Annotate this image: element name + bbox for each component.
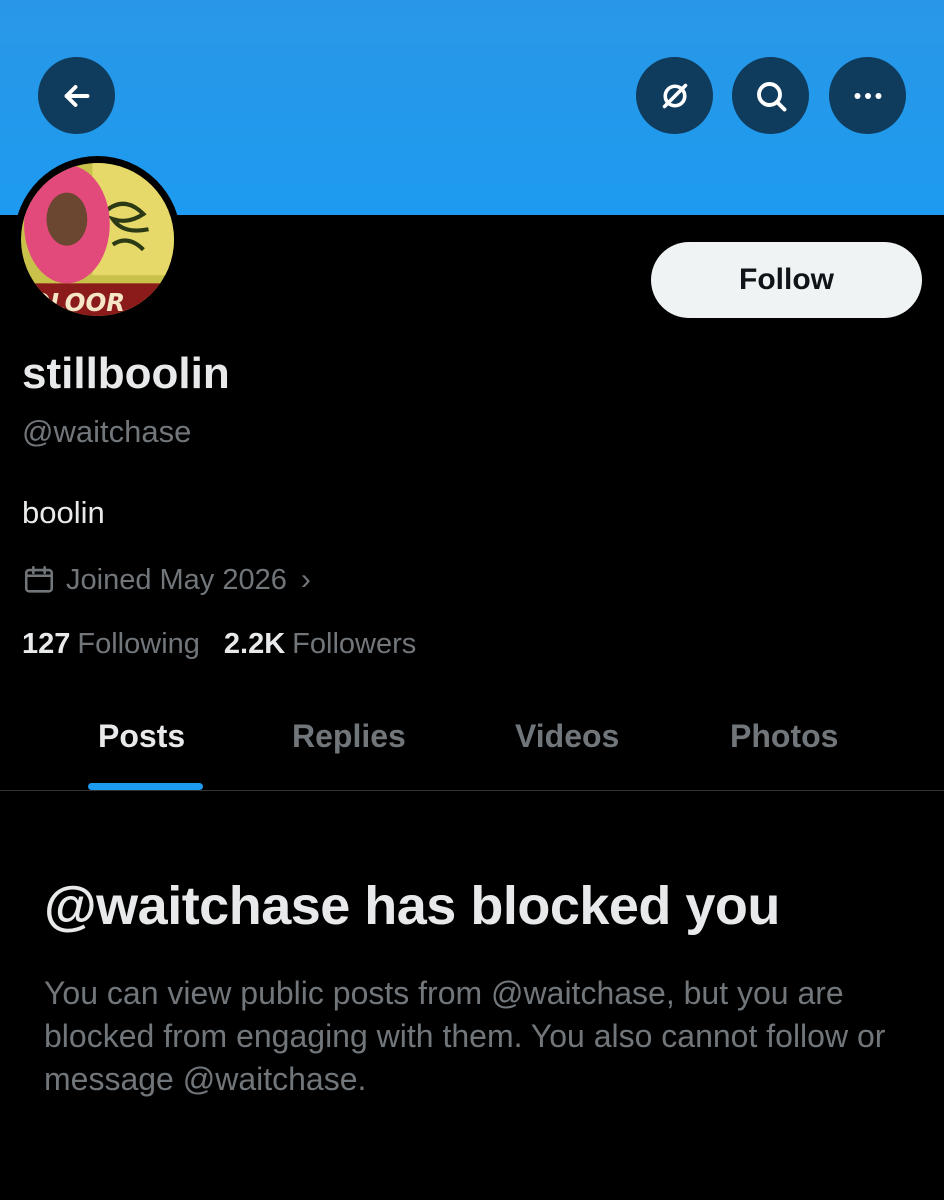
display-name: stillboolin <box>22 349 230 398</box>
search-button[interactable] <box>732 57 809 134</box>
grok-icon <box>662 83 687 108</box>
following-label: Following <box>77 628 200 660</box>
following-stat[interactable]: 127 Following <box>22 628 200 661</box>
followers-label: Followers <box>292 628 417 660</box>
following-count: 127 <box>22 628 71 660</box>
follow-stats: 127 Following 2.2K Followers <box>22 628 416 661</box>
follow-button[interactable]: Follow <box>651 242 922 318</box>
search-icon <box>756 81 786 111</box>
profile-tabs: Posts Replies Videos Photos <box>0 700 944 791</box>
tab-videos[interactable]: Videos <box>515 718 619 755</box>
followers-count: 2.2K <box>223 628 286 660</box>
more-options-button[interactable] <box>829 57 906 134</box>
joined-text: Joined May 2026 <box>66 563 287 596</box>
chevron-right-icon: › <box>300 563 311 596</box>
tab-posts[interactable]: Posts <box>98 718 185 755</box>
active-tab-indicator <box>88 783 203 790</box>
username: @waitchase <box>22 414 192 449</box>
calendar-icon <box>24 565 54 593</box>
tab-photos[interactable]: Photos <box>730 718 838 755</box>
avatar-text: OLOOR <box>29 288 125 316</box>
avatar-image: OLOOR <box>21 163 174 316</box>
followers-stat[interactable]: 2.2K Followers <box>224 628 416 661</box>
bio: boolin <box>22 495 105 530</box>
blocked-message: You can view public posts from @waitchas… <box>44 975 886 1097</box>
back-button[interactable] <box>38 57 115 134</box>
grok-button[interactable] <box>636 57 713 134</box>
more-horizontal-icon <box>854 92 881 99</box>
joined-date[interactable]: Joined May 2026 › <box>22 560 311 600</box>
tab-replies[interactable]: Replies <box>292 718 406 755</box>
blocked-title: @waitchase has blocked you <box>44 876 780 936</box>
arrow-left-icon <box>64 84 89 107</box>
avatar[interactable]: OLOOR <box>14 156 181 323</box>
